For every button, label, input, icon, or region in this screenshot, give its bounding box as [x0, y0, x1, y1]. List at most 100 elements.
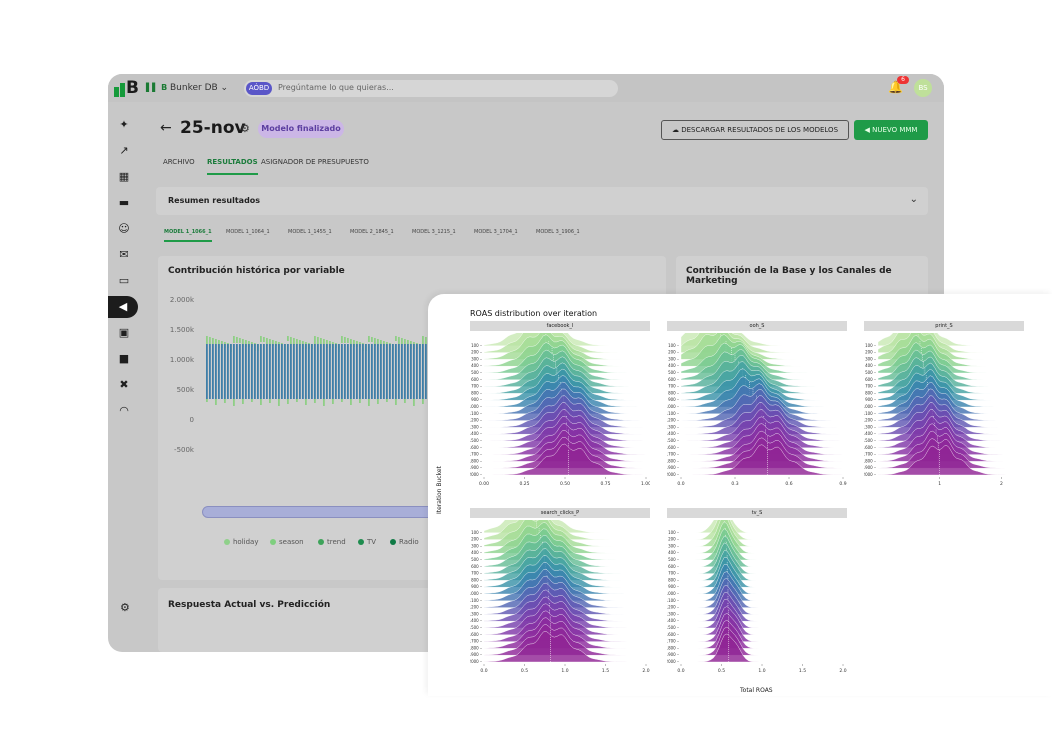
y-tick-label: 100 – — [668, 530, 679, 535]
plug-icon[interactable]: ✖ — [117, 378, 131, 392]
hist-bar — [410, 344, 412, 399]
hist-bar — [272, 344, 274, 399]
hist-bar-top — [368, 336, 370, 342]
model-tab[interactable]: MODEL 1_1064_1 — [226, 229, 270, 235]
x-tick-label: 0.5 — [718, 668, 725, 674]
y-tick-label: 1700 – — [470, 452, 482, 457]
ridge-density — [681, 535, 843, 567]
tab-archivo[interactable]: ARCHIVO — [163, 158, 195, 166]
y-tick-label: 1300 – — [470, 611, 482, 616]
facet-strip-label: search_clicks_P — [470, 508, 650, 518]
mail-icon[interactable]: ✉ — [117, 248, 131, 262]
y-tick-label: 500 – — [668, 557, 679, 562]
hist-bar-neg — [323, 399, 325, 406]
y-tick-label: 1200 – — [864, 418, 876, 423]
users-icon[interactable]: ☺ — [117, 222, 131, 236]
hist-bar — [335, 344, 337, 399]
y-tick-label: 400 – — [471, 363, 482, 368]
hist-bar-top — [209, 337, 211, 344]
tab-asignador[interactable]: ASIGNADOR DE PRESUPUESTO — [261, 158, 369, 166]
tab-resultados[interactable]: RESULTADOS — [207, 158, 258, 175]
hist-bar — [230, 344, 232, 399]
new-mmm-button[interactable]: ◀ NUEVO MMM — [854, 120, 928, 140]
hist-bar-neg — [233, 399, 235, 406]
y-tick-label: 200 – — [471, 350, 482, 355]
hist-bar — [251, 344, 253, 399]
y-tick-label: 200 – — [471, 537, 482, 542]
hist-bar-neg — [287, 399, 289, 404]
y-tick-label: 1600 – — [470, 445, 482, 450]
folder-icon[interactable]: ▬ — [117, 196, 131, 210]
y-tick-label: 800 – — [471, 390, 482, 395]
legend-season[interactable]: season — [270, 538, 304, 546]
hist-bar — [314, 344, 316, 399]
file-icon[interactable]: ■ — [117, 352, 131, 366]
card-icon[interactable]: ▭ — [117, 274, 131, 288]
top-bar: B ▌▌ B Bunker DB ⌄ AÓBD Pregúntame lo qu… — [108, 74, 944, 102]
ridge-density — [681, 542, 843, 574]
y-tick-label: 1400 – — [864, 431, 876, 436]
legend-holiday[interactable]: holiday — [224, 538, 258, 546]
y-tick-label: 1200 – — [667, 605, 679, 610]
model-tab[interactable]: MODEL 3_1704_1 — [474, 229, 518, 235]
hist-bar-top — [212, 338, 214, 344]
legend-label: holiday — [233, 538, 259, 546]
y-tick-label: 200 – — [865, 350, 876, 355]
y-tick-label: 1800 – — [667, 458, 679, 463]
app-logo[interactable]: B — [112, 78, 139, 98]
download-results-button[interactable]: ☁ DESCARGAR RESULTADOS DE LOS MODELOS — [661, 120, 849, 140]
hist-bar-neg — [332, 399, 334, 404]
hist-bar-neg — [350, 399, 352, 405]
prediction-card-title: Respuesta Actual vs. Predicción — [168, 600, 331, 610]
title-settings-icon[interactable]: ⚙ — [240, 122, 250, 135]
model-tab[interactable]: MODEL 2_1845_1 — [350, 229, 394, 235]
hist-bar-top — [395, 336, 397, 341]
wand-icon[interactable]: ✦ — [117, 118, 131, 132]
database-mini-logo: ▌▌ B — [146, 83, 168, 92]
back-arrow-icon[interactable]: ← — [160, 120, 172, 136]
model-tab[interactable]: MODEL 3_1215_1 — [412, 229, 456, 235]
document-check-icon[interactable]: ▣ — [117, 326, 131, 340]
search-placeholder[interactable]: Pregúntame lo que quieras... — [278, 83, 394, 92]
chevron-down-icon[interactable]: ⌄ — [910, 194, 918, 205]
hist-bar — [302, 344, 304, 399]
legend-tv[interactable]: TV — [358, 538, 376, 546]
database-selector[interactable]: Bunker DB ⌄ — [170, 83, 228, 93]
gear-icon[interactable]: ⚙ — [120, 601, 130, 614]
ai-pill: AÓBD — [246, 82, 272, 95]
legend-trend[interactable]: trend — [318, 538, 346, 546]
y-tick-label: 1800 – — [667, 645, 679, 650]
hist-bar-neg — [359, 399, 361, 403]
hist-bar-neg — [368, 399, 370, 406]
model-tab[interactable]: MODEL 1_1455_1 — [288, 229, 332, 235]
x-tick-label: 2.0 — [642, 668, 649, 674]
y-tick-label: 1500 – — [667, 625, 679, 630]
x-axis-label: Total ROAS — [740, 687, 773, 694]
hist-bar-neg — [224, 399, 226, 403]
x-tick-label: 0.5 — [521, 668, 528, 674]
ridge-density — [681, 585, 843, 615]
avatar[interactable]: BS — [914, 79, 932, 97]
hist-bar-top — [398, 337, 400, 345]
hist-bar — [362, 344, 364, 399]
hist-bar-top — [401, 338, 403, 345]
megaphone-icon[interactable]: ◀ — [108, 296, 138, 318]
hist-bar — [206, 344, 208, 399]
dashboard-icon[interactable]: ▦ — [117, 170, 131, 184]
hist-bar — [347, 344, 349, 399]
y-tick-label: 1600 – — [864, 445, 876, 450]
y-tick-label: 1400 – — [470, 618, 482, 623]
summary-accordion[interactable]: Resumen resultados ⌄ — [156, 187, 928, 215]
model-tab[interactable]: MODEL 3_1906_1 — [536, 229, 580, 235]
y-tick-label: 1600 – — [667, 632, 679, 637]
facet-strip-label: print_S — [864, 321, 1024, 331]
ask-search-bar[interactable]: AÓBD Pregúntame lo que quieras... — [244, 80, 618, 97]
chart-line-icon[interactable]: ↗ — [117, 144, 131, 158]
hist-bar — [233, 344, 235, 399]
legend-radio[interactable]: Radio — [390, 538, 419, 546]
model-tab[interactable]: MODEL 1_1066_1 — [164, 229, 212, 242]
hist-bar-neg — [206, 399, 208, 402]
hist-bar — [296, 344, 298, 399]
y-tick-label: 500 – — [471, 370, 482, 375]
headset-icon[interactable]: ◠ — [117, 404, 131, 418]
